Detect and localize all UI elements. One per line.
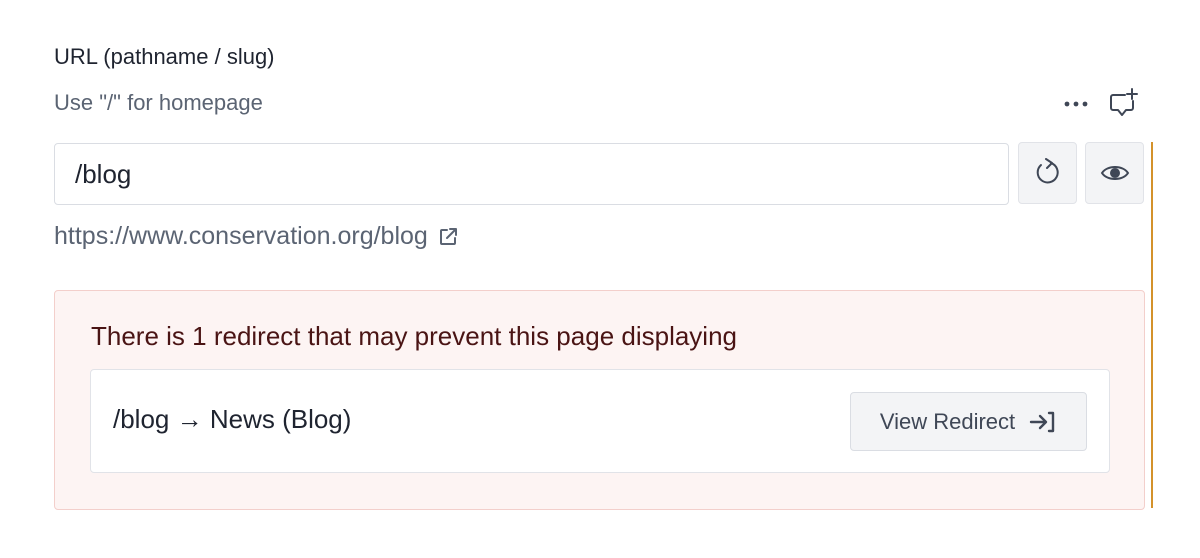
external-link-icon: [439, 227, 457, 245]
redirect-warning: There is 1 redirect that may prevent thi…: [54, 290, 1145, 510]
regenerate-slug-button[interactable]: [1018, 142, 1077, 204]
more-horizontal-icon: [1064, 101, 1088, 107]
eye-icon: [1100, 166, 1129, 180]
add-comment-icon: [1110, 88, 1138, 116]
redirect-item: /blog → News (Blog) View Redirect: [90, 369, 1110, 473]
arrow-right-to-bracket-icon: [1029, 411, 1055, 432]
more-options-button[interactable]: [1060, 88, 1092, 120]
preview-button[interactable]: [1085, 142, 1144, 204]
url-slug-input[interactable]: [54, 143, 1009, 205]
add-comment-button[interactable]: [1106, 86, 1140, 120]
public-url-link[interactable]: https://www.conservation.org/blog: [54, 222, 458, 251]
field-label: URL (pathname / slug): [54, 44, 275, 69]
redirect-warning-message: There is 1 redirect that may prevent thi…: [91, 321, 738, 351]
field-change-indicator: [1151, 142, 1153, 508]
public-url-text: https://www.conservation.org/blog: [54, 222, 428, 250]
field-help-text: Use "/" for homepage: [54, 90, 263, 115]
redirect-path: /blog → News (Blog): [113, 404, 352, 434]
view-redirect-button[interactable]: View Redirect: [850, 392, 1087, 451]
regenerate-icon: [1036, 158, 1059, 184]
view-redirect-label: View Redirect: [879, 408, 1016, 434]
